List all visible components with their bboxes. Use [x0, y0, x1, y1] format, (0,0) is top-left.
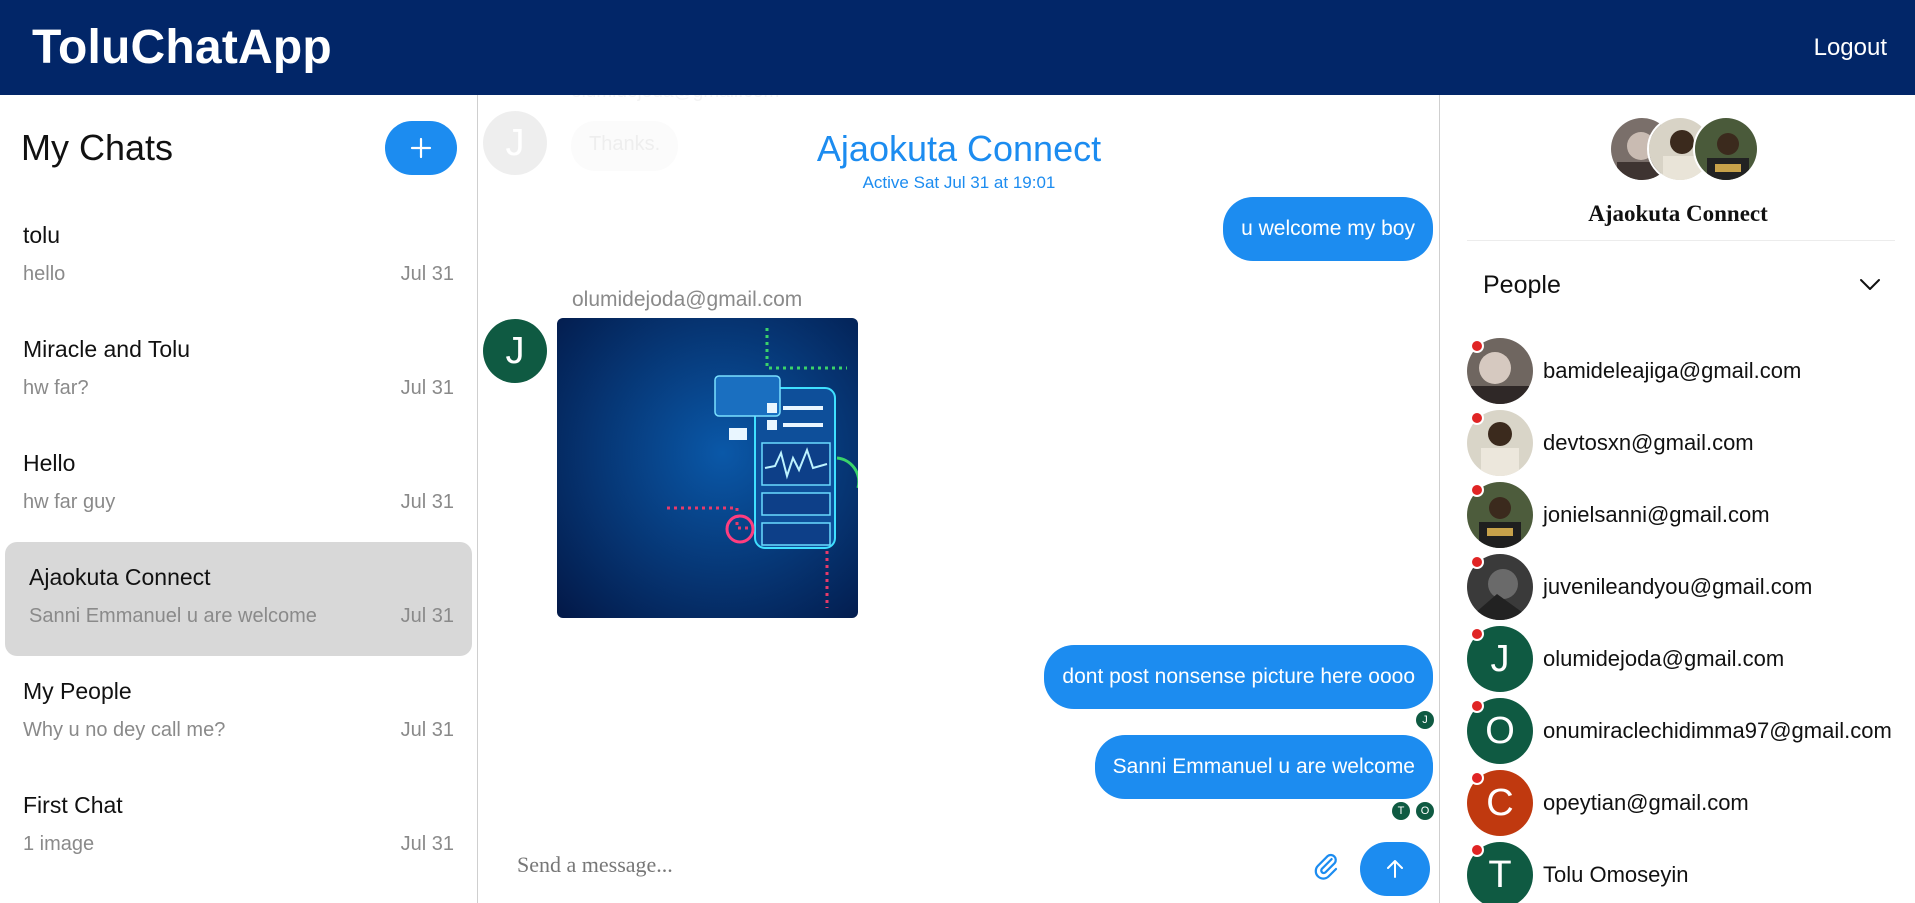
- chat-details-panel: Ajaokuta Connect People bamideleajiga@gm…: [1441, 95, 1915, 903]
- chat-list-item[interactable]: My People Why u no dey call me? Jul 31: [5, 656, 472, 770]
- chat-date: Jul 31: [400, 491, 454, 513]
- person-item[interactable]: juvenileandyou@gmail.com: [1467, 551, 1892, 623]
- person-label: Tolu Omoseyin: [1543, 862, 1689, 887]
- presence-indicator: [1470, 627, 1484, 641]
- person-item[interactable]: T Tolu Omoseyin: [1467, 839, 1892, 903]
- chat-last-message: Why u no dey call me?: [23, 719, 226, 741]
- member-avatar: [1693, 116, 1759, 182]
- logout-button[interactable]: Logout: [1814, 34, 1887, 62]
- chat-date: Jul 31: [400, 833, 454, 855]
- image-message-picture: [557, 318, 858, 618]
- presence-indicator: [1470, 411, 1484, 425]
- person-label: devtosxn@gmail.com: [1543, 430, 1754, 455]
- person-label: opeytian@gmail.com: [1543, 790, 1749, 815]
- chat-name: Hello: [23, 450, 76, 476]
- person-item[interactable]: J olumidejoda@gmail.com: [1467, 623, 1892, 695]
- group-name: Ajaokuta Connect: [1588, 201, 1768, 226]
- sender-avatar: J: [483, 319, 547, 383]
- sidebar-title: My Chats: [21, 126, 174, 168]
- presence-indicator: [1470, 843, 1484, 857]
- chat-date: Jul 31: [400, 377, 454, 399]
- chat-last-message: hw far guy: [23, 491, 116, 513]
- top-bar: ToluChatApp Logout: [0, 0, 1915, 95]
- chat-name: Miracle and Tolu: [23, 336, 191, 362]
- presence-indicator: [1470, 339, 1484, 353]
- person-label: juvenileandyou@gmail.com: [1543, 574, 1813, 599]
- chat-list-item-active[interactable]: Ajaokuta Connect Sanni Emmanuel u are we…: [5, 542, 472, 656]
- chat-date: Jul 31: [400, 719, 454, 741]
- image-message[interactable]: [557, 318, 858, 618]
- plus-icon: [410, 137, 432, 158]
- divider: [1467, 240, 1895, 241]
- conversation-status: Active Sat Jul 31 at 19:01: [862, 173, 1056, 192]
- presence-indicator: [1470, 483, 1484, 497]
- presence-indicator: [1470, 699, 1484, 713]
- chat-name: tolu: [23, 222, 61, 248]
- chat-last-message: 1 image: [23, 833, 95, 855]
- outgoing-message-bubble: Sanni Emmanuel u are welcome: [1094, 735, 1433, 799]
- send-button[interactable]: [1360, 842, 1430, 896]
- message-composer: [479, 827, 1439, 903]
- read-receipt-avatar: J: [1416, 711, 1434, 729]
- person-item[interactable]: C opeytian@gmail.com: [1467, 767, 1892, 839]
- people-accordion-header[interactable]: People: [1467, 255, 1895, 315]
- app-brand: ToluChatApp: [32, 21, 332, 74]
- outgoing-message-bubble: u welcome my boy: [1223, 197, 1433, 261]
- paperclip-icon: [1314, 853, 1338, 880]
- chat-date: Jul 31: [400, 263, 454, 285]
- person-item[interactable]: bamideleajiga@gmail.com: [1467, 335, 1892, 407]
- person-label: onumiraclechidimma97@gmail.com: [1543, 718, 1892, 743]
- read-receipt-avatar: O: [1416, 802, 1434, 820]
- chat-name: My People: [23, 678, 132, 704]
- new-chat-button[interactable]: [385, 120, 457, 175]
- chat-list-item[interactable]: tolu hello Jul 31: [5, 200, 472, 314]
- outgoing-message-bubble: dont post nonsense picture here oooo: [1044, 645, 1433, 709]
- chevron-down-icon: [1860, 279, 1880, 290]
- read-receipt-avatar: T: [1392, 802, 1410, 820]
- chat-date: Jul 31: [400, 605, 454, 627]
- message-sender-email: olumidejoda@gmail.com: [571, 95, 779, 103]
- person-item[interactable]: jonielsanni@gmail.com: [1467, 479, 1892, 551]
- chat-list-item[interactable]: First Chat 1 image Jul 31: [5, 770, 472, 884]
- chat-list-item[interactable]: Miracle and Tolu hw far? Jul 31: [5, 314, 472, 428]
- chat-last-message: hello: [23, 263, 66, 285]
- message-sender-email: olumidejoda@gmail.com: [572, 288, 803, 311]
- person-label: olumidejoda@gmail.com: [1543, 646, 1785, 671]
- conversation-title: Ajaokuta Connect: [816, 128, 1102, 169]
- person-item[interactable]: O onumiraclechidimma97@gmail.com: [1467, 695, 1892, 767]
- people-list: bamideleajiga@gmail.com devtosxn@gmail.c…: [1467, 335, 1892, 903]
- conversation-pane[interactable]: olumidejoda@gmail.com J Thanks. Ajaokuta…: [479, 95, 1440, 903]
- message-input[interactable]: [517, 845, 1297, 885]
- chat-name: Ajaokuta Connect: [29, 564, 211, 590]
- person-label: jonielsanni@gmail.com: [1543, 502, 1770, 527]
- chat-last-message: Sanni Emmanuel u are welcome: [29, 605, 317, 627]
- presence-indicator: [1470, 555, 1484, 569]
- sidebar-header: My Chats: [0, 95, 477, 200]
- person-item[interactable]: devtosxn@gmail.com: [1467, 407, 1892, 479]
- people-title: People: [1483, 270, 1561, 299]
- attach-button[interactable]: [1311, 851, 1341, 881]
- chat-list-item[interactable]: Hello hw far guy Jul 31: [5, 428, 472, 542]
- person-label: bamideleajiga@gmail.com: [1543, 358, 1802, 383]
- arrow-up-icon: [1387, 860, 1403, 878]
- chat-sidebar: My Chats tolu hello Jul 31 Miracle and To…: [0, 95, 478, 903]
- presence-indicator: [1470, 771, 1484, 785]
- chat-last-message: hw far?: [23, 377, 89, 399]
- chat-list: tolu hello Jul 31 Miracle and Tolu hw far…: [0, 200, 477, 884]
- group-avatar-stack: [1609, 116, 1769, 184]
- chat-name: First Chat: [23, 792, 123, 818]
